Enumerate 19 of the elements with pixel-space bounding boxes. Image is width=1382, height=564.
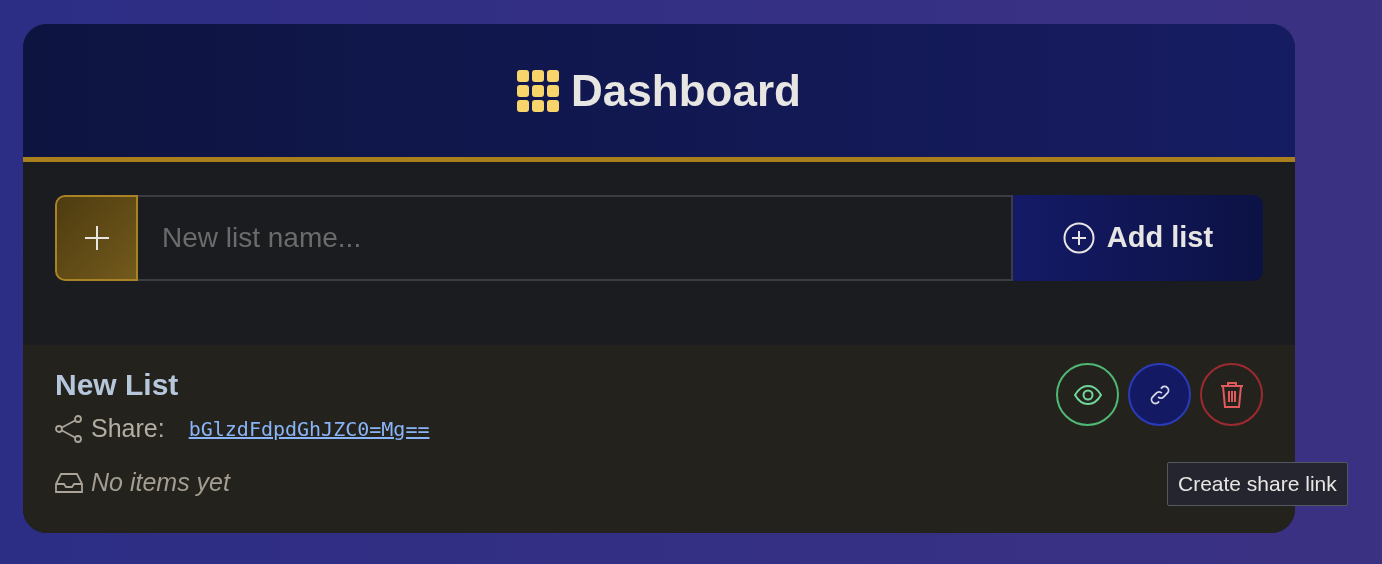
trash-icon xyxy=(1219,380,1244,409)
inbox-icon xyxy=(55,472,83,493)
list-name-field[interactable]: New list name... xyxy=(138,195,1013,281)
share-icon xyxy=(55,415,83,443)
share-code-link[interactable]: bGlzdFdpdGhJZC0=Mg== xyxy=(188,414,430,444)
page-title: Dashboard xyxy=(571,64,801,117)
plus-circle-icon xyxy=(1062,222,1095,254)
list-name: New List xyxy=(55,367,180,403)
eye-icon xyxy=(1073,384,1102,405)
empty-state-text: No items yet xyxy=(91,467,230,498)
delete-button[interactable] xyxy=(1200,363,1263,426)
plus-icon xyxy=(83,225,110,251)
link-icon xyxy=(1148,383,1171,406)
grid-icon xyxy=(517,69,560,112)
plus-button[interactable] xyxy=(55,195,138,281)
add-list-button[interactable]: Add list xyxy=(1013,195,1263,281)
tooltip: Create share link xyxy=(1167,462,1348,506)
share-label: Share: xyxy=(91,413,165,445)
view-button[interactable] xyxy=(1056,363,1119,426)
